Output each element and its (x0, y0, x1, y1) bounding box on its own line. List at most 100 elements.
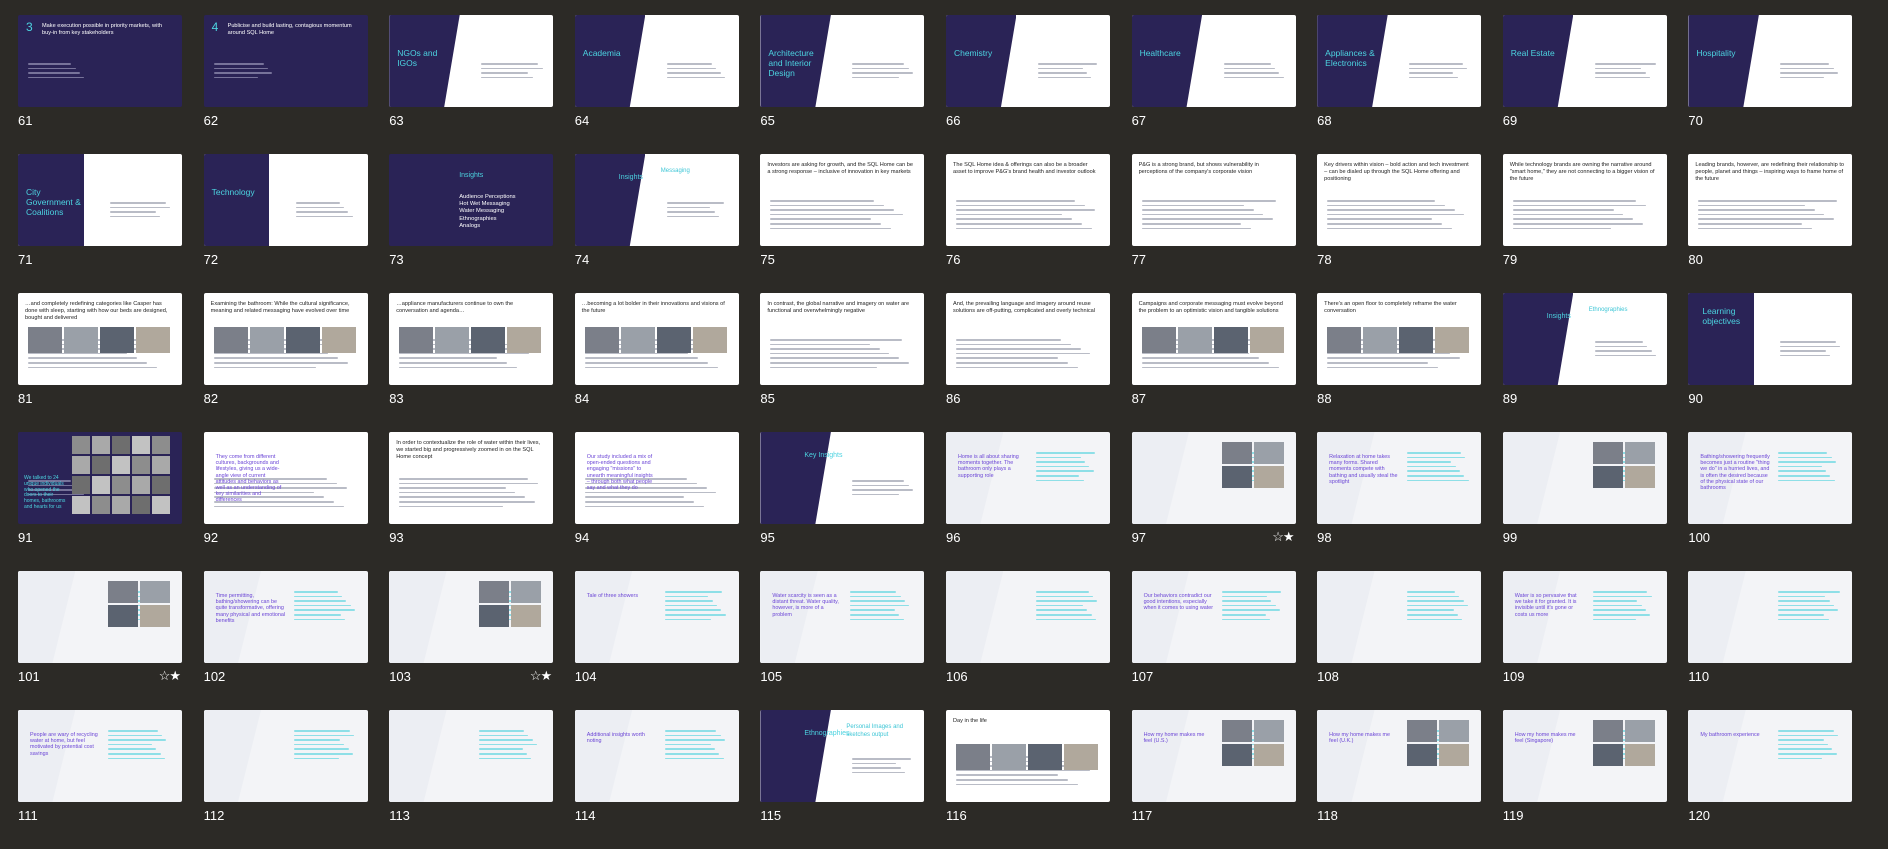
slide-body-text (850, 591, 912, 623)
slide-images (213, 327, 356, 353)
slide-thumbnail[interactable]: How my home makes me feel (U.K.) (1317, 710, 1482, 802)
slide-body-text (1037, 63, 1100, 81)
slide-thumbnail[interactable]: City Government & Coalitions (18, 154, 182, 246)
slide-body-text (110, 202, 172, 220)
slide-thumbnail[interactable]: Our behaviors contradict our good intent… (1131, 571, 1296, 663)
slide-thumbnail[interactable]: Relaxation at home takes many forms. Sha… (1317, 432, 1482, 524)
slide-number: 100 (1688, 530, 1711, 545)
slide-thumbnail[interactable]: P&G is a strong brand, but shows vulnera… (1131, 154, 1296, 246)
slide-thumbnail[interactable]: Home is all about sharing moments togeth… (945, 432, 1110, 524)
slide-animation-star-icon[interactable]: ☆★ (159, 668, 181, 684)
slide-thumbnail[interactable]: How my home makes me feel (U.S.) (1131, 710, 1296, 802)
slide-cell: Water is so pervasive that we take it fo… (1502, 571, 1667, 710)
slide-thumbnail[interactable]: My bathroom experience (1688, 710, 1853, 802)
slide-thumbnail[interactable]: The SQL Home idea & offerings can also b… (945, 154, 1110, 246)
slide-thumbnail[interactable]: Make execution possible in priority mark… (18, 15, 182, 107)
slide-thumbnail[interactable]: Architecture and Interior Design (760, 15, 925, 107)
slide-heading: NGOs and IGOs (397, 48, 438, 68)
slide-thumbnail[interactable]: Campaigns and corporate messaging must e… (1131, 293, 1296, 385)
slide-heading: City Government & Coalitions (26, 187, 81, 217)
slide-thumbnail[interactable] (945, 571, 1110, 663)
slide-title: Leading brands, however, are redefining … (1695, 162, 1844, 182)
slide-thumbnail[interactable]: Healthcare (1131, 15, 1296, 107)
slide-heading: Our study included a mix of open-ended q… (586, 454, 653, 492)
slide-number: 80 (1688, 252, 1703, 267)
slide-thumbnail[interactable] (18, 571, 182, 663)
slide-thumbnail[interactable]: And, the prevailing language and imagery… (945, 293, 1110, 385)
slide-thumbnail[interactable]: Messaging Insights (574, 154, 739, 246)
slide-number: 109 (1502, 669, 1525, 684)
slide-thumbnail[interactable] (203, 710, 368, 802)
slide-number: 110 (1688, 669, 1710, 684)
slide-thumbnail[interactable]: Water is so pervasive that we take it fo… (1502, 571, 1667, 663)
slide-cell: How my home makes me feel (U.K.) 118 (1317, 710, 1482, 849)
slide-thumbnail[interactable]: How my home makes me feel (Singapore) (1502, 710, 1667, 802)
slide-heading: People are wary of recycling water at ho… (30, 732, 98, 757)
slide-heading: Water is so pervasive that we take it fo… (1514, 593, 1577, 618)
slide-body-text (1035, 452, 1098, 484)
slide-thumbnail[interactable]: They come from different cultures, backg… (203, 432, 368, 524)
slide-body-text (664, 591, 727, 623)
slide-thumbnail[interactable]: In order to contextualize the role of wa… (389, 432, 554, 524)
slide-animation-star-icon[interactable]: ☆★ (1272, 529, 1294, 545)
slide-thumbnail[interactable]: Examining the bathroom: While the cultur… (203, 293, 368, 385)
slide-thumbnail[interactable] (389, 710, 554, 802)
slide-thumbnail[interactable]: Learning objectives (1688, 293, 1853, 385)
slide-number: 106 (945, 669, 968, 684)
slide-heading: Our behaviors contradict our good intent… (1143, 593, 1214, 612)
slide-number: 73 (389, 252, 404, 267)
slide-thumbnail[interactable]: Key drivers within vision – bold action … (1317, 154, 1482, 246)
slide-thumbnail[interactable]: Bathing/showering frequently becomes jus… (1688, 432, 1853, 524)
slide-thumbnail[interactable]: We talked to 24 unique individuals who o… (18, 432, 182, 524)
slide-thumbnail[interactable]: While technology brands are owning the n… (1502, 154, 1667, 246)
slide-thumbnail[interactable]: Audience Perceptions Hot Wet Messaging W… (389, 154, 554, 246)
slide-thumbnail[interactable]: In contrast, the global narrative and im… (760, 293, 925, 385)
slide-thumbnail[interactable]: Hospitality (1688, 15, 1853, 107)
slide-thumbnail[interactable]: Chemistry (945, 15, 1110, 107)
slide-thumbnail[interactable]: Tale of three showers (574, 571, 739, 663)
slide-thumbnail[interactable]: Key Insights (760, 432, 925, 524)
slide-thumbnail[interactable]: Day in the life (945, 710, 1110, 802)
slide-thumbnail[interactable]: Water scarcity is seen as a distant thre… (760, 571, 925, 663)
slide-thumbnail[interactable]: There's an open floor to completely refr… (1317, 293, 1482, 385)
slide-thumbnail[interactable]: Ethnographies Insights (1502, 293, 1667, 385)
slide-thumbnail[interactable]: Investors are asking for growth, and the… (760, 154, 925, 246)
slide-number: 98 (1317, 530, 1332, 545)
slide-thumbnail[interactable] (1502, 432, 1667, 524)
slide-number: 61 (18, 113, 33, 128)
slide-thumbnail[interactable]: People are wary of recycling water at ho… (18, 710, 182, 802)
slide-thumbnail[interactable]: …and completely redefining categories li… (18, 293, 182, 385)
slide-thumbnail[interactable] (1317, 571, 1482, 663)
slide-title: …becoming a lot bolder in their innovati… (581, 301, 725, 314)
slide-thumbnail[interactable]: Time permitting, bathing/showering can b… (203, 571, 368, 663)
slide-thumbnail[interactable]: …appliance manufacturers continue to own… (389, 293, 554, 385)
slide-thumbnail[interactable]: Academia (574, 15, 739, 107)
slide-animation-star-icon[interactable]: ☆★ (530, 668, 552, 684)
slide-images (108, 581, 182, 627)
slide-cell: Investors are asking for growth, and the… (760, 154, 925, 293)
slide-thumbnail[interactable]: Leading brands, however, are redefining … (1688, 154, 1853, 246)
slide-number: 78 (1317, 252, 1332, 267)
slide-thumbnail[interactable]: Personal Images and sketches output Ethno… (760, 710, 925, 802)
slide-body-text (1594, 63, 1657, 81)
slide-thumbnail[interactable]: Real Estate (1502, 15, 1667, 107)
slide-heading: They come from different cultures, backg… (215, 454, 282, 504)
slide-thumbnail[interactable] (1131, 432, 1296, 524)
slide-number: 79 (1502, 252, 1518, 267)
slide-heading: Relaxation at home takes many forms. Sha… (1329, 454, 1398, 485)
slide-thumbnail[interactable]: NGOs and IGOs (389, 15, 554, 107)
slide-thumbnail[interactable]: Additional insights worth noting (574, 710, 739, 802)
slide-number: 70 (1688, 113, 1703, 128)
slide-thumbnail[interactable] (389, 571, 554, 663)
slide-thumbnail[interactable] (1688, 571, 1853, 663)
slide-thumbnail[interactable]: …becoming a lot bolder in their innovati… (574, 293, 739, 385)
slide-thumbnail[interactable]: Publicise and build lasting, contagious … (203, 15, 368, 107)
slide-title: In contrast, the global narrative and im… (767, 301, 910, 314)
slide-thumbnail[interactable]: Our study included a mix of open-ended q… (574, 432, 739, 524)
slide-cell: Healthcare 67 (1131, 15, 1296, 154)
slide-cell: 106 (945, 571, 1110, 710)
slide-thumbnail[interactable]: Technology (203, 154, 368, 246)
slide-heading: Time permitting, bathing/showering can b… (215, 593, 286, 624)
slide-number: 68 (1317, 113, 1332, 128)
slide-thumbnail[interactable]: Appliances & Electronics (1317, 15, 1482, 107)
